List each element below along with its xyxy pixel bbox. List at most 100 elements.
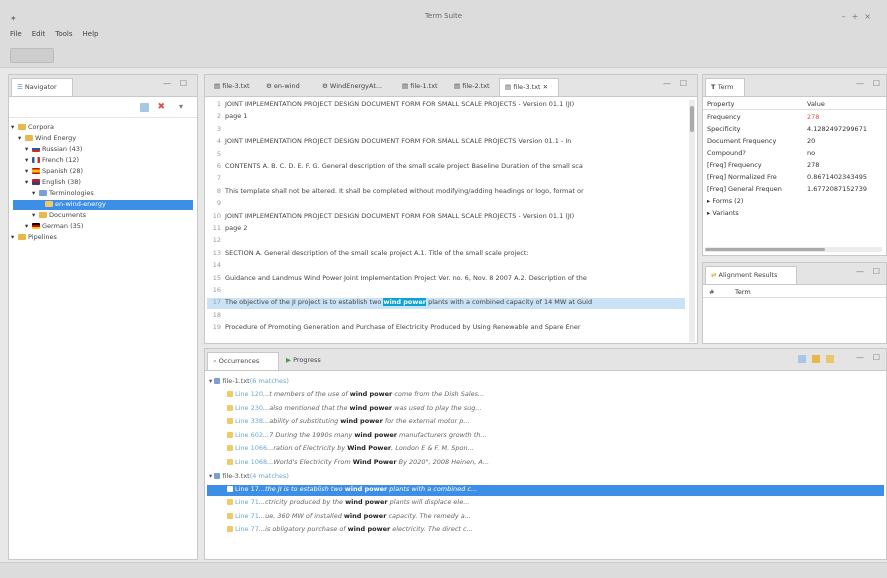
view-menu-icon[interactable]: ▾ — [179, 102, 183, 111]
tab-file-1[interactable]: ▤ file-1.txt — [397, 78, 447, 96]
line-link[interactable]: Line 17 — [235, 485, 259, 493]
maximize-icon[interactable]: ☐ — [180, 79, 187, 88]
occurrences-tabbar: ⌕ Occurrences ▶ Progress — ☐ — [205, 349, 886, 371]
menu-edit[interactable]: Edit — [32, 30, 46, 38]
minimize-icon[interactable]: — — [663, 79, 671, 88]
tree-item[interactable]: ▾ Documents — [32, 211, 86, 221]
occurrence-item[interactable]: Line 1066...ration of Electricity by Win… — [227, 444, 474, 455]
menu-tools[interactable]: Tools — [55, 30, 72, 38]
term-hscroll-thumb[interactable] — [705, 248, 825, 251]
expand-arrow-icon[interactable]: ▾ — [25, 156, 32, 164]
property-group-label: ▸ Forms (2) — [707, 197, 744, 205]
tab-file-3a[interactable]: ▤ file-3.txt — [209, 78, 259, 96]
maximize-icon[interactable]: ☐ — [873, 267, 880, 276]
tab-windenergy[interactable]: ⚙ WindEnergyAt... — [317, 78, 395, 96]
expand-arrow-icon[interactable]: ▾ — [11, 233, 18, 241]
menu-help[interactable]: Help — [83, 30, 99, 38]
maximize-icon[interactable]: ☐ — [873, 79, 880, 88]
maximize-icon[interactable]: ☐ — [873, 353, 880, 362]
tree-item-label: Spanish (28) — [42, 167, 84, 175]
tab-alignment-results[interactable]: ⇄ Alignment Results — [705, 266, 797, 284]
matched-term: wind power — [354, 430, 397, 439]
expand-all-icon[interactable] — [798, 355, 806, 363]
tree-item[interactable]: ▾ French (12) — [25, 156, 79, 166]
expand-arrow-icon[interactable]: ▾ — [32, 189, 39, 197]
occurrence-item[interactable]: Line 77...is obligatory purchase of wind… — [227, 525, 473, 536]
maximize-icon[interactable]: ☐ — [680, 79, 687, 88]
context-after: capacity. The remedy a... — [386, 511, 471, 520]
minimize-icon[interactable]: — — [856, 79, 864, 88]
export-icon[interactable] — [826, 355, 834, 363]
tree-item[interactable]: ▾ Russian (43) — [25, 145, 82, 155]
property-row[interactable]: Frequency 278 — [703, 113, 886, 124]
toolbar-button[interactable] — [10, 48, 54, 63]
matched-term: wind power — [345, 498, 388, 507]
editor-text-area[interactable]: 1 JOINT IMPLEMENTATION PROJECT DESIGN DOC… — [207, 100, 687, 342]
occurrence-item[interactable]: Line 1068...World's Electricity From Win… — [227, 458, 489, 469]
tree-item[interactable]: ▾ English (38) — [25, 178, 81, 188]
editor-scrollbar[interactable] — [689, 100, 695, 342]
tree-item[interactable]: ▾ Spanish (28) — [25, 167, 83, 177]
line-link[interactable]: Line 71 — [235, 512, 259, 520]
occurrence-item[interactable]: Line 602...7 During the 1990s many wind … — [227, 431, 487, 442]
minimize-icon[interactable]: — — [856, 353, 864, 362]
term-hscrollbar[interactable] — [705, 247, 882, 252]
expand-arrow-icon[interactable]: ▾ — [32, 211, 39, 219]
matched-term: wind power — [340, 417, 383, 426]
occurrence-item[interactable]: Line 17...the JI is to establish two win… — [207, 484, 884, 496]
tree-item[interactable]: ▾ Terminologies — [32, 189, 94, 199]
expand-arrow-icon[interactable]: ▾ — [25, 222, 32, 230]
tab-occurrences[interactable]: ⌕ Occurrences — [207, 352, 279, 370]
tab-navigator[interactable]: ☰ Navigator — [11, 78, 73, 96]
property-row[interactable]: Document Frequency 20 — [703, 137, 886, 148]
line-link[interactable]: Line 1068 — [235, 458, 267, 466]
occurrence-item[interactable]: Line 71...ue, 360 MW of installed wind p… — [227, 512, 471, 523]
window-controls[interactable]: –+× — [842, 12, 877, 21]
occurrence-item[interactable]: Line 338...ability of substituting wind … — [227, 417, 470, 428]
tree-item[interactable]: en-wind-energy — [13, 200, 193, 210]
expand-arrow-icon[interactable]: ▾ — [25, 145, 32, 153]
property-row[interactable]: [Freq] Frequency 278 — [703, 161, 886, 172]
property-group[interactable]: ▸ Forms (2) — [703, 197, 886, 208]
property-group[interactable]: ▸ Variants — [703, 209, 886, 220]
tree-item[interactable]: ▾ German (35) — [25, 222, 83, 232]
filter-icon[interactable] — [812, 355, 820, 363]
close-icon[interactable]: ✕ — [541, 83, 548, 91]
line-link[interactable]: Line 71 — [235, 498, 259, 506]
line-link[interactable]: Line 602 — [235, 431, 263, 439]
tab-term[interactable]: T Term — [705, 78, 745, 96]
editor-line: 10 JOINT IMPLEMENTATION PROJECT DESIGN DO… — [207, 212, 685, 223]
line-link[interactable]: Line 1066 — [235, 444, 267, 452]
tab-file-3-active[interactable]: ▤ file-3.txt ✕ — [499, 78, 559, 96]
property-row[interactable]: Compound? no — [703, 149, 886, 160]
expand-arrow-icon[interactable]: ▾ — [11, 123, 18, 131]
minimize-icon[interactable]: — — [856, 267, 864, 276]
property-row[interactable]: [Freq] Normalized Fre 0.8671402343495 — [703, 173, 886, 184]
occurrence-file[interactable]: ▾ file-3.txt(4 matches) — [209, 472, 289, 483]
occurrence-file[interactable]: ▾ file-1.txt(6 matches) — [209, 377, 289, 388]
tab-progress[interactable]: ▶ Progress — [281, 352, 341, 370]
minimize-icon[interactable]: — — [163, 79, 171, 88]
occurrence-item[interactable]: Line 230...also mentioned that the wind … — [227, 404, 482, 415]
property-row[interactable]: [Freq] General Frequen 1.6772087152739 — [703, 185, 886, 196]
line-link[interactable]: Line 77 — [235, 525, 259, 533]
expand-arrow-icon[interactable]: ▾ — [25, 178, 32, 186]
tab-file-2[interactable]: ▤ file-2.txt — [449, 78, 497, 96]
occurrence-item[interactable]: Line 71...ctricity produced by the wind … — [227, 498, 469, 509]
line-link[interactable]: Line 120 — [235, 390, 263, 398]
occurrence-item[interactable]: Line 120...t members of the use of wind … — [227, 390, 484, 401]
expand-arrow-icon[interactable]: ▾ — [25, 167, 32, 175]
property-row[interactable]: Specificity 4.1282497299671 — [703, 125, 886, 136]
term-highlight[interactable]: wind power — [383, 298, 426, 307]
tree-item[interactable]: ▾ Corpora — [11, 123, 54, 133]
tree-item[interactable]: ▾ Wind Energy — [18, 134, 76, 144]
expand-arrow-icon[interactable]: ▾ — [18, 134, 25, 142]
delete-icon[interactable]: ✖ — [157, 102, 165, 112]
tab-en-wind[interactable]: ⚙ en-wind — [261, 78, 315, 96]
editor-scroll-thumb[interactable] — [690, 106, 694, 132]
line-link[interactable]: Line 338 — [235, 417, 263, 425]
collapse-all-icon[interactable] — [140, 103, 149, 112]
line-link[interactable]: Line 230 — [235, 404, 263, 412]
menu-file[interactable]: File — [10, 30, 22, 38]
tree-item[interactable]: ▾ Pipelines — [11, 233, 57, 243]
